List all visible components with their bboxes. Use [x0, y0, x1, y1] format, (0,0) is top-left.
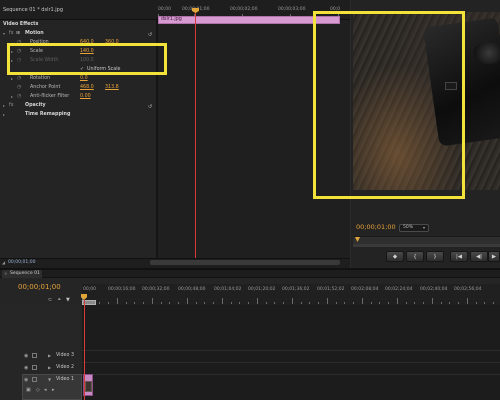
- zoom-value: 50%: [403, 225, 414, 230]
- ruler-label: 00;02;24;04: [385, 287, 413, 292]
- timeline-playhead[interactable]: [84, 300, 85, 400]
- timeline-tab-bar: [0, 270, 500, 278]
- clip-name: dslr1.jpg: [161, 17, 182, 22]
- opacity-row[interactable]: ▸ fx Opacity: [0, 101, 156, 110]
- expand-triangle-icon[interactable]: ▸: [3, 112, 5, 117]
- ruler-label: 00;00;48;00: [178, 287, 206, 292]
- stopwatch-icon[interactable]: ◷: [17, 76, 21, 81]
- rotation-value[interactable]: 0.0: [80, 76, 88, 81]
- anti-flicker-row: ▸ ◷ Anti-flicker Filter 0.00: [0, 92, 156, 101]
- prev-keyframe-icon[interactable]: ◂: [44, 387, 47, 393]
- track-area[interactable]: [82, 305, 500, 400]
- ruler-label: 00;02;40;04: [420, 287, 448, 292]
- ruler-label: 00;01;52;02: [317, 287, 345, 292]
- footer-timecode[interactable]: 00;00;01;00: [8, 260, 35, 265]
- collapse-triangle-icon[interactable]: ▼: [48, 377, 51, 382]
- play-button[interactable]: ▶: [488, 251, 500, 262]
- keyframe-toggle-icon[interactable]: ◇: [36, 387, 40, 393]
- footer-triangle-icon[interactable]: ◢: [2, 260, 5, 265]
- time-remapping-label: Time Remapping: [25, 112, 71, 117]
- expand-triangle-icon[interactable]: ▸: [3, 103, 5, 108]
- timeline-ruler-ticks: [82, 296, 500, 304]
- track-name: Video 3: [56, 353, 75, 358]
- horizontal-scrollbar[interactable]: [150, 260, 340, 265]
- program-timecode[interactable]: 00;00;01;00: [356, 223, 396, 231]
- anchor-y-value[interactable]: 313.8: [105, 85, 119, 90]
- clip-thumbnail-image: [85, 381, 92, 392]
- ruler-label: 00;00;02;00: [230, 7, 258, 12]
- track-name: Video 1: [56, 377, 75, 382]
- time-remapping-row[interactable]: ▸ Time Remapping: [0, 110, 156, 119]
- lock-icon[interactable]: [32, 377, 37, 382]
- next-keyframe-icon[interactable]: ▸: [52, 387, 55, 393]
- link-icon[interactable]: ⚭: [57, 297, 61, 303]
- anchor-point-row: ◷ Anchor Point 468.0 313.8: [0, 83, 156, 92]
- ruler-label: 00;00;32;00: [142, 287, 170, 292]
- ruler-label: 00;00;16;00: [108, 287, 136, 292]
- anchor-x-value[interactable]: 468.0: [80, 85, 94, 90]
- display-style-icon[interactable]: ▣: [26, 387, 31, 393]
- anti-flicker-value[interactable]: 0.00: [80, 94, 91, 99]
- rotation-label: Rotation: [30, 76, 51, 81]
- close-icon[interactable]: ×: [4, 271, 7, 276]
- mark-in-button[interactable]: {: [406, 251, 424, 262]
- chevron-down-icon: ▾: [423, 225, 426, 230]
- reset-icon[interactable]: ↺: [148, 32, 152, 38]
- timeline-ruler-labels: 00;00 00;00;16;00 00;00;32;00 00;00;48;0…: [82, 287, 500, 294]
- expand-triangle-icon[interactable]: ▸: [11, 94, 13, 99]
- video-effects-header: Video Effects: [3, 22, 39, 27]
- eye-icon[interactable]: ◉: [24, 365, 28, 371]
- program-monitor-ruler[interactable]: [353, 236, 500, 244]
- ruler-label: 00;02;56;04: [454, 287, 482, 292]
- track-display-controls: ▣ ◇ ◂ ▸: [26, 387, 82, 395]
- effect-controls-playhead[interactable]: [195, 8, 196, 258]
- ruler-label: 00;01;20;02: [248, 287, 276, 292]
- ruler-label: 00;00: [83, 287, 96, 292]
- track-name: Video 2: [56, 365, 75, 370]
- sequence-timecode[interactable]: 00;00;01;00: [18, 283, 61, 291]
- lock-icon[interactable]: [32, 365, 37, 370]
- motion-row[interactable]: ▾ fx ⊞ Motion: [0, 29, 156, 38]
- eye-icon[interactable]: ◉: [24, 377, 28, 383]
- mark-out-button[interactable]: }: [426, 251, 444, 262]
- sequence-clip-title: Sequence 01 * dslr1.jpg: [3, 7, 64, 13]
- video-effects-row: Video Effects: [0, 20, 156, 29]
- step-back-button[interactable]: ◀|: [470, 251, 488, 262]
- add-marker-button[interactable]: ◆: [386, 251, 404, 262]
- timeline-tools: ⊂ ⚭ ▼: [48, 297, 78, 305]
- motion-label: Motion: [25, 31, 44, 36]
- ruler-label: 00;01;36;02: [282, 287, 310, 292]
- rotation-row: ▸ ◷ Rotation 0.0: [0, 74, 156, 83]
- collapse-triangle-icon[interactable]: ▾: [3, 31, 5, 36]
- expand-triangle-icon[interactable]: ▶: [48, 365, 51, 370]
- annotation-box-scale: [7, 43, 167, 75]
- expand-triangle-icon[interactable]: ▶: [48, 353, 51, 358]
- fx-badge-icon[interactable]: fx: [9, 103, 14, 108]
- annotation-box-monitor: [313, 11, 465, 199]
- lock-icon[interactable]: [32, 353, 37, 358]
- sequence-tab-label: Sequence 01: [10, 271, 40, 276]
- program-zoom-bar[interactable]: [353, 244, 500, 247]
- eye-icon[interactable]: ◉: [24, 353, 28, 359]
- add-marker-icon[interactable]: ▼: [66, 297, 70, 303]
- ruler-label: 00;02;08;04: [351, 287, 379, 292]
- motion-transform-icon: ⊞: [16, 31, 21, 36]
- go-to-in-button[interactable]: |◀: [450, 251, 468, 262]
- ruler-label: 00;01;04;02: [214, 287, 242, 292]
- track-video-1[interactable]: ◉ ▼ Video 1: [22, 375, 82, 385]
- track-video-3[interactable]: ◉ ▶ Video 3: [22, 351, 82, 361]
- stopwatch-icon[interactable]: ◷: [17, 85, 21, 90]
- reset-icon[interactable]: ↺: [148, 104, 152, 110]
- track-video-2[interactable]: ◉ ▶ Video 2: [22, 363, 82, 373]
- ruler-label: 00;00;03;00: [278, 7, 306, 12]
- ruler-label: 00;00: [158, 7, 171, 12]
- anti-flicker-label: Anti-flicker Filter: [30, 94, 70, 99]
- stopwatch-icon[interactable]: ◷: [17, 94, 21, 99]
- expand-triangle-icon[interactable]: ▸: [11, 76, 13, 81]
- camera-dial-image: [473, 42, 500, 64]
- anchor-point-label: Anchor Point: [30, 85, 61, 90]
- fx-badge-icon[interactable]: fx: [9, 31, 14, 36]
- snap-icon[interactable]: ⊂: [48, 297, 52, 303]
- opacity-label: Opacity: [25, 103, 46, 108]
